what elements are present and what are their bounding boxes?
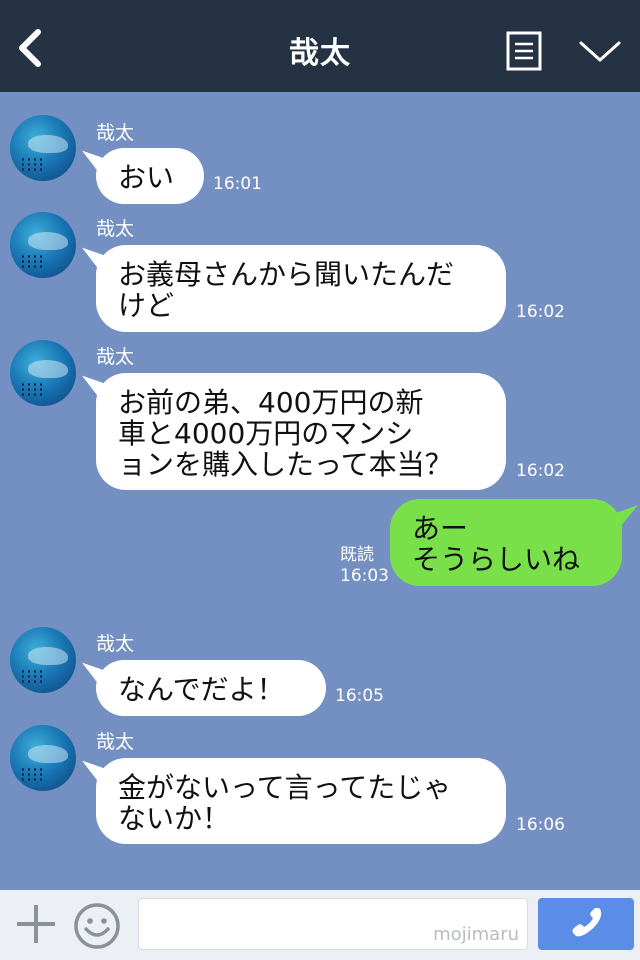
- read-receipt: 既読 16:03: [340, 545, 389, 587]
- watermark: mojimaru: [433, 924, 519, 945]
- message-bubble[interactable]: お義母さんから聞いたんだ けど: [96, 245, 506, 332]
- avatar[interactable]: [10, 115, 76, 181]
- chat-area[interactable]: 哉太 おい 16:01 哉太 お義母さんから聞いたんだ けど 16:02 哉太 …: [0, 92, 640, 890]
- message-input[interactable]: mojimaru: [138, 898, 528, 950]
- message-line: あー: [412, 512, 469, 545]
- sender-name: 哉太: [96, 346, 135, 368]
- message-line: 車と4000万円のマンシ: [118, 417, 414, 450]
- menu-list-icon[interactable]: [506, 31, 542, 71]
- message-line: そうらしいね: [412, 543, 581, 576]
- message-line: なんでだよ！: [118, 673, 285, 706]
- message-bubble[interactable]: なんでだよ！: [96, 660, 326, 716]
- smiley-icon[interactable]: [73, 902, 121, 950]
- message-time: 16:01: [213, 174, 262, 194]
- message-line: 金がないって言ってたじゃ: [118, 771, 452, 804]
- chat-title: 哉太: [289, 36, 351, 71]
- chat-header: 哉太: [0, 0, 640, 92]
- read-label: 既読: [340, 545, 374, 565]
- message-bubble[interactable]: 金がないって言ってたじゃ ないか！: [96, 758, 506, 844]
- message-time: 16:06: [516, 815, 565, 835]
- sender-name: 哉太: [96, 633, 135, 655]
- sender-name: 哉太: [96, 218, 135, 240]
- avatar[interactable]: [10, 627, 76, 693]
- message-line: お前の弟、400万円の新: [118, 386, 424, 419]
- message-time: 16:02: [516, 461, 565, 481]
- message-line: お義母さんから聞いたんだ: [118, 258, 455, 291]
- call-button[interactable]: [538, 898, 634, 950]
- message-bubble-sent[interactable]: あー そうらしいね: [390, 499, 622, 586]
- message-time: 16:05: [335, 686, 384, 706]
- sender-name: 哉太: [96, 731, 135, 753]
- avatar[interactable]: [10, 725, 76, 791]
- message-line: ないか！: [118, 802, 231, 835]
- avatar[interactable]: [10, 212, 76, 278]
- sender-name: 哉太: [96, 122, 135, 144]
- message-line: ョンを購入したって本当？: [118, 448, 453, 481]
- message-line: けど: [118, 289, 175, 322]
- chevron-down-icon[interactable]: [578, 38, 622, 66]
- message-time: 16:02: [516, 302, 565, 322]
- message-time: 16:03: [340, 566, 389, 586]
- avatar[interactable]: [10, 340, 76, 406]
- plus-icon[interactable]: [14, 902, 58, 946]
- message-bubble[interactable]: お前の弟、400万円の新 車と4000万円のマンシ ョンを購入したって本当？: [96, 373, 506, 490]
- message-line: おい: [118, 161, 175, 194]
- phone-icon: [572, 908, 602, 937]
- message-bubble[interactable]: おい: [96, 148, 204, 204]
